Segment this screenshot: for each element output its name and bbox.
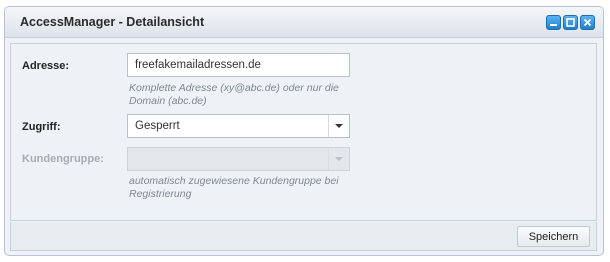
adresse-hint: Komplette Adresse (xy@abc.de) oder nur d…	[129, 82, 359, 108]
adresse-hint-line2: Domain (abc.de)	[129, 95, 207, 107]
kundengruppe-select	[127, 147, 350, 171]
window-title: AccessManager - Detailansicht	[20, 15, 205, 29]
window-footer: Speichern	[10, 222, 597, 251]
chevron-down-icon[interactable]	[328, 115, 349, 137]
minimize-icon[interactable]	[546, 15, 561, 30]
chevron-down-icon	[328, 148, 349, 170]
zugriff-select[interactable]: Gesperrt	[127, 114, 350, 138]
adresse-input[interactable]: freefakemailadressen.de	[127, 53, 350, 77]
form-panel: Adresse: freefakemailadressen.de Komplet…	[10, 43, 597, 221]
kundengruppe-hint-line1: automatisch zugewiesene Kundengruppe bei	[129, 175, 339, 187]
zugriff-selected-value: Gesperrt	[135, 120, 180, 132]
maximize-icon[interactable]	[563, 15, 578, 30]
access-manager-window: AccessManager - Detailansicht Adresse: f…	[4, 6, 604, 256]
kundengruppe-hint-line2: Registrierung	[129, 188, 192, 200]
kundengruppe-label: Kundengruppe:	[22, 153, 104, 165]
adresse-label: Adresse:	[22, 60, 70, 72]
window-titlebar[interactable]: AccessManager - Detailansicht	[5, 7, 603, 38]
close-icon[interactable]	[580, 15, 595, 30]
adresse-hint-line1: Komplette Adresse (xy@abc.de) oder nur d…	[129, 82, 339, 94]
zugriff-label: Zugriff:	[22, 121, 61, 133]
save-button[interactable]: Speichern	[517, 226, 590, 247]
kundengruppe-hint: automatisch zugewiesene Kundengruppe bei…	[129, 175, 359, 201]
